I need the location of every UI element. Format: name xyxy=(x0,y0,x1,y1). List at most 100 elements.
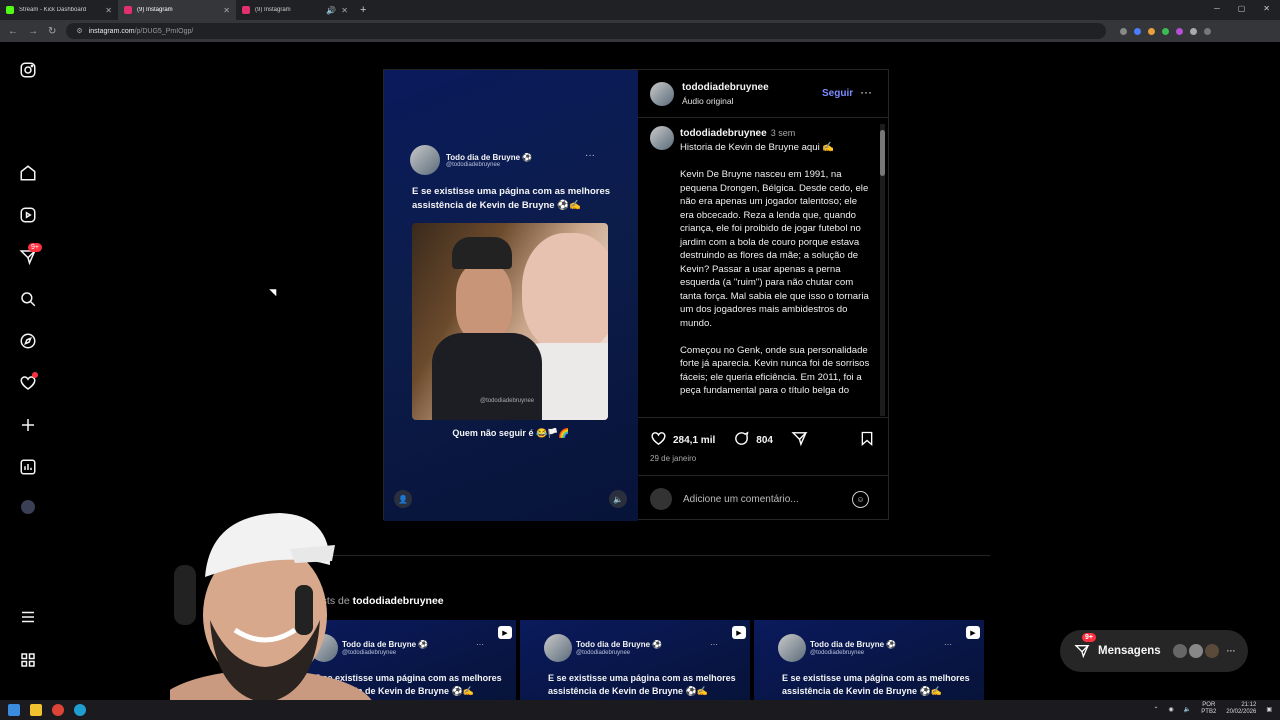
post-tile[interactable]: Todo dia de Bruyne ⚽ @tododiadebruynee ·… xyxy=(754,620,984,700)
close-tab-icon[interactable]: ✕ xyxy=(105,6,112,15)
close-tab-icon[interactable]: ✕ xyxy=(341,6,348,15)
comment-input[interactable]: Adicione um comentário... xyxy=(683,494,799,505)
post-actions: 284,1 mil 804 xyxy=(650,430,808,450)
extension-icon[interactable] xyxy=(1148,27,1156,35)
tab-kick-dashboard[interactable]: Stream - Kick Dashboard ✕ xyxy=(0,0,118,20)
speaker-icon[interactable]: 🔊 xyxy=(326,6,336,15)
search-icon[interactable] xyxy=(18,289,38,309)
reel-media[interactable]: Todo dia de Bruyne ⚽ @tododiadebruynee ·… xyxy=(384,70,638,521)
extension-icon[interactable] xyxy=(1134,27,1142,35)
menu-icon[interactable] xyxy=(18,607,38,627)
instagram-favicon-icon xyxy=(124,6,132,14)
scrollbar-thumb[interactable] xyxy=(880,130,885,176)
windows-start-icon[interactable] xyxy=(8,704,20,716)
comment-list: tododiadebruynee 3 sem Historia de Kevin … xyxy=(638,118,888,418)
profile-avatar[interactable] xyxy=(18,497,38,517)
create-icon[interactable] xyxy=(18,415,38,435)
reel-play-icon: ▶ xyxy=(732,626,746,639)
forward-icon[interactable]: → xyxy=(28,26,38,37)
card-header: Todo dia de Bruyne ⚽ @tododiadebruynee xyxy=(410,145,532,175)
extension-icon[interactable] xyxy=(1120,27,1128,35)
reload-icon[interactable]: ↻ xyxy=(48,26,56,37)
minimize-icon[interactable]: ─ xyxy=(1214,4,1220,13)
network-icon[interactable]: ◉ xyxy=(1169,706,1174,713)
url-host: instagram.com xyxy=(88,27,135,35)
instagram-logo-icon[interactable] xyxy=(18,60,38,80)
site-info-icon[interactable]: ⚙ xyxy=(76,27,82,35)
post-tile[interactable]: Todo dia de Bruyne ⚽ @tododiadebruynee ·… xyxy=(520,620,750,700)
extension-icon[interactable] xyxy=(1176,27,1184,35)
os-taskbar: ⌃ ◉ 🔈 POR PTB2 21:12 20/02/2026 ▣ xyxy=(0,700,1280,720)
comment-icon[interactable] xyxy=(733,430,750,450)
profile-avatar-icon[interactable] xyxy=(1204,27,1212,35)
share-icon[interactable] xyxy=(791,430,808,450)
notifications-heart-icon[interactable] xyxy=(18,372,38,393)
extension-icons xyxy=(1120,27,1212,35)
extension-icon[interactable] xyxy=(1162,27,1170,35)
messages-button[interactable]: 9+ Mensagens ··· xyxy=(1060,630,1248,672)
tile-handle: @tododiadebruynee xyxy=(810,650,865,656)
follow-button[interactable]: Seguir xyxy=(822,88,853,99)
tab-instagram[interactable]: (9) Instagram 🔊 ✕ xyxy=(236,0,354,20)
comment-avatar[interactable] xyxy=(650,126,674,150)
tile-avatar xyxy=(544,634,572,662)
apps-icon[interactable] xyxy=(18,650,38,670)
tab-title: (9) Instagram xyxy=(255,7,291,13)
close-window-icon[interactable]: ✕ xyxy=(1263,4,1270,13)
audio-icon[interactable]: 🔈 xyxy=(609,490,627,508)
tagged-user-icon[interactable]: 👤 xyxy=(394,490,412,508)
notification-badge: 9+ xyxy=(28,243,42,252)
tile-text: E se existisse uma página com as melhore… xyxy=(782,673,970,696)
chrome-icon[interactable] xyxy=(52,704,64,716)
more-options-icon[interactable]: ··· xyxy=(860,85,872,99)
lang-top: POR xyxy=(1202,702,1216,708)
system-tray: ⌃ ◉ 🔈 POR PTB2 21:12 20/02/2026 ▣ xyxy=(1154,702,1272,716)
reels-icon[interactable] xyxy=(18,205,38,225)
emoji-icon[interactable]: ☺ xyxy=(852,491,869,508)
close-tab-icon[interactable]: ✕ xyxy=(223,6,230,15)
mouse-cursor-icon xyxy=(269,285,280,297)
kick-favicon-icon xyxy=(6,6,14,14)
explore-icon[interactable] xyxy=(18,331,38,351)
notification-center-icon[interactable]: ▣ xyxy=(1266,706,1272,713)
author-username[interactable]: tododiadebruynee xyxy=(682,82,769,93)
new-tab-button[interactable]: + xyxy=(354,4,372,16)
dashboard-icon[interactable] xyxy=(18,457,38,477)
comment-username[interactable]: tododiadebruynee xyxy=(680,128,767,139)
card-caption: Quem não seguir é 😂🏳️🌈 xyxy=(452,428,570,438)
like-icon[interactable] xyxy=(650,430,667,450)
url-path: /p/DUG5_PmIOgp/ xyxy=(134,27,194,35)
post-dialog: Todo dia de Bruyne ⚽ @tododiadebruynee ·… xyxy=(383,69,889,521)
language-indicator[interactable]: POR PTB2 xyxy=(1201,702,1216,716)
volume-icon[interactable]: 🔈 xyxy=(1184,706,1191,713)
tray-chevron-icon[interactable]: ⌃ xyxy=(1154,706,1159,713)
messages-badge: 9+ xyxy=(1082,633,1096,642)
more-icon[interactable]: ··· xyxy=(1227,646,1236,656)
post-sidebar: tododiadebruynee Áudio original Seguir ·… xyxy=(638,70,888,521)
direct-message-icon xyxy=(1074,643,1090,659)
message-avatars xyxy=(1172,644,1219,658)
comment-scrollbar[interactable] xyxy=(880,124,885,416)
tab-instagram-active[interactable]: (9) Instagram ✕ xyxy=(118,0,236,20)
tile-name: Todo dia de Bruyne ⚽ xyxy=(576,640,663,649)
home-icon[interactable] xyxy=(18,163,38,183)
clock[interactable]: 21:12 20/02/2026 xyxy=(1226,702,1256,716)
url-input[interactable]: ⚙ instagram.com/p/DUG5_PmIOgp/ xyxy=(66,23,1107,39)
card-avatar xyxy=(410,145,440,175)
card-name: Todo dia de Bruyne ⚽ xyxy=(446,152,533,162)
back-icon[interactable]: ← xyxy=(8,26,18,37)
tab-title: Stream - Kick Dashboard xyxy=(19,7,87,13)
webcam-overlay xyxy=(170,513,375,720)
save-icon[interactable] xyxy=(859,430,875,452)
author-avatar[interactable] xyxy=(650,82,674,106)
maximize-icon[interactable]: ▢ xyxy=(1238,4,1246,13)
likes-count[interactable]: 284,1 mil xyxy=(673,435,715,446)
tab-title: (9) Instagram xyxy=(137,7,173,13)
file-explorer-icon[interactable] xyxy=(30,704,42,716)
address-toolbar: ← → ↻ ⚙ instagram.com/p/DUG5_PmIOgp/ xyxy=(0,20,1280,42)
audio-label[interactable]: Áudio original xyxy=(682,96,734,106)
tile-more-icon: ··· xyxy=(944,640,952,649)
messages-nav-icon[interactable]: 9+ xyxy=(18,243,42,267)
edge-icon[interactable] xyxy=(74,704,86,716)
extension-icon[interactable] xyxy=(1190,27,1198,35)
